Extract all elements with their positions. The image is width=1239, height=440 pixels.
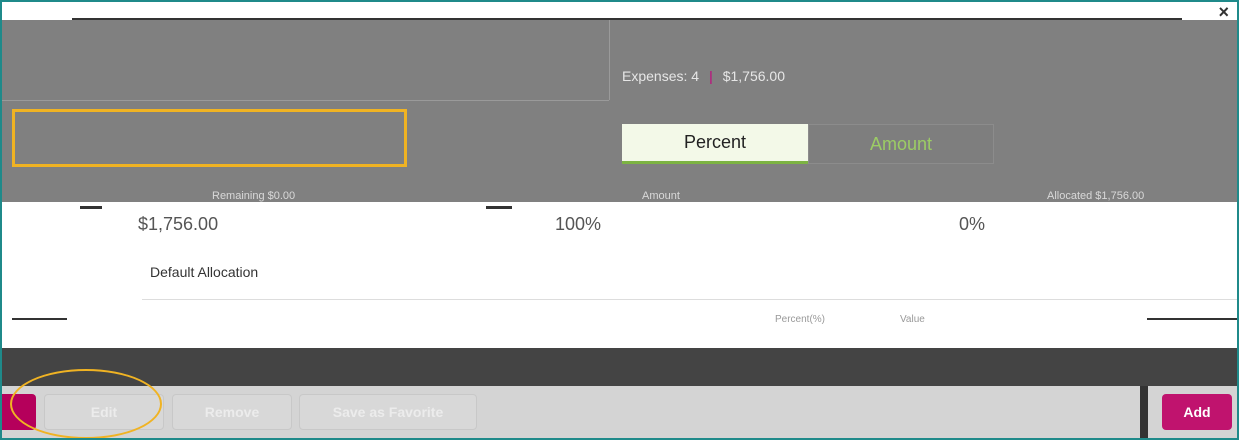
percent-remaining: 0% <box>959 214 986 234</box>
edit-button[interactable]: Edit <box>44 394 164 430</box>
allocation-name: Default Allocation <box>150 264 259 280</box>
allocation-dialog: × Expenses: 4 | $1,756.00 Percent Amount R… <box>0 0 1239 440</box>
allocated-label: Allocated $1,756.00 <box>1047 190 1145 202</box>
expenses-summary: Expenses: 4 | $1,756.00 <box>622 68 785 84</box>
artifact <box>12 318 67 320</box>
highlight-box <box>12 109 407 167</box>
new-button[interactable] <box>2 394 36 430</box>
percent-column-header: Percent(%) <box>775 314 826 325</box>
dialog-header: × <box>2 2 1237 22</box>
toggle-percent[interactable]: Percent <box>622 124 808 164</box>
row-divider <box>142 299 1237 300</box>
allocation-amount: $1,756.00 <box>138 214 219 234</box>
artifact <box>80 206 102 209</box>
expenses-total: $1,756.00 <box>722 68 785 84</box>
section-divider <box>2 100 609 101</box>
remaining-label: Remaining $0.00 <box>212 190 296 202</box>
toggle-amount[interactable]: Amount <box>808 124 994 164</box>
footer-divider <box>1140 386 1148 438</box>
expenses-count: Expenses: 4 <box>622 68 700 84</box>
action-bar: Edit Remove Save as Favorite <box>2 386 1237 438</box>
artifact <box>486 206 512 209</box>
save-as-favorite-button[interactable]: Save as Favorite <box>299 394 477 430</box>
value-column-header: Value <box>900 314 925 325</box>
summary-divider <box>609 20 610 100</box>
table-row-obscured <box>2 348 1237 386</box>
summary-separator: | <box>709 68 713 84</box>
remove-button[interactable]: Remove <box>172 394 292 430</box>
allocation-type-toggle: Percent Amount <box>622 124 994 164</box>
add-button[interactable]: Add <box>1162 394 1232 430</box>
amount-column-label: Amount <box>642 190 680 202</box>
artifact <box>1147 318 1237 320</box>
percent-allocated: 100% <box>555 214 602 234</box>
